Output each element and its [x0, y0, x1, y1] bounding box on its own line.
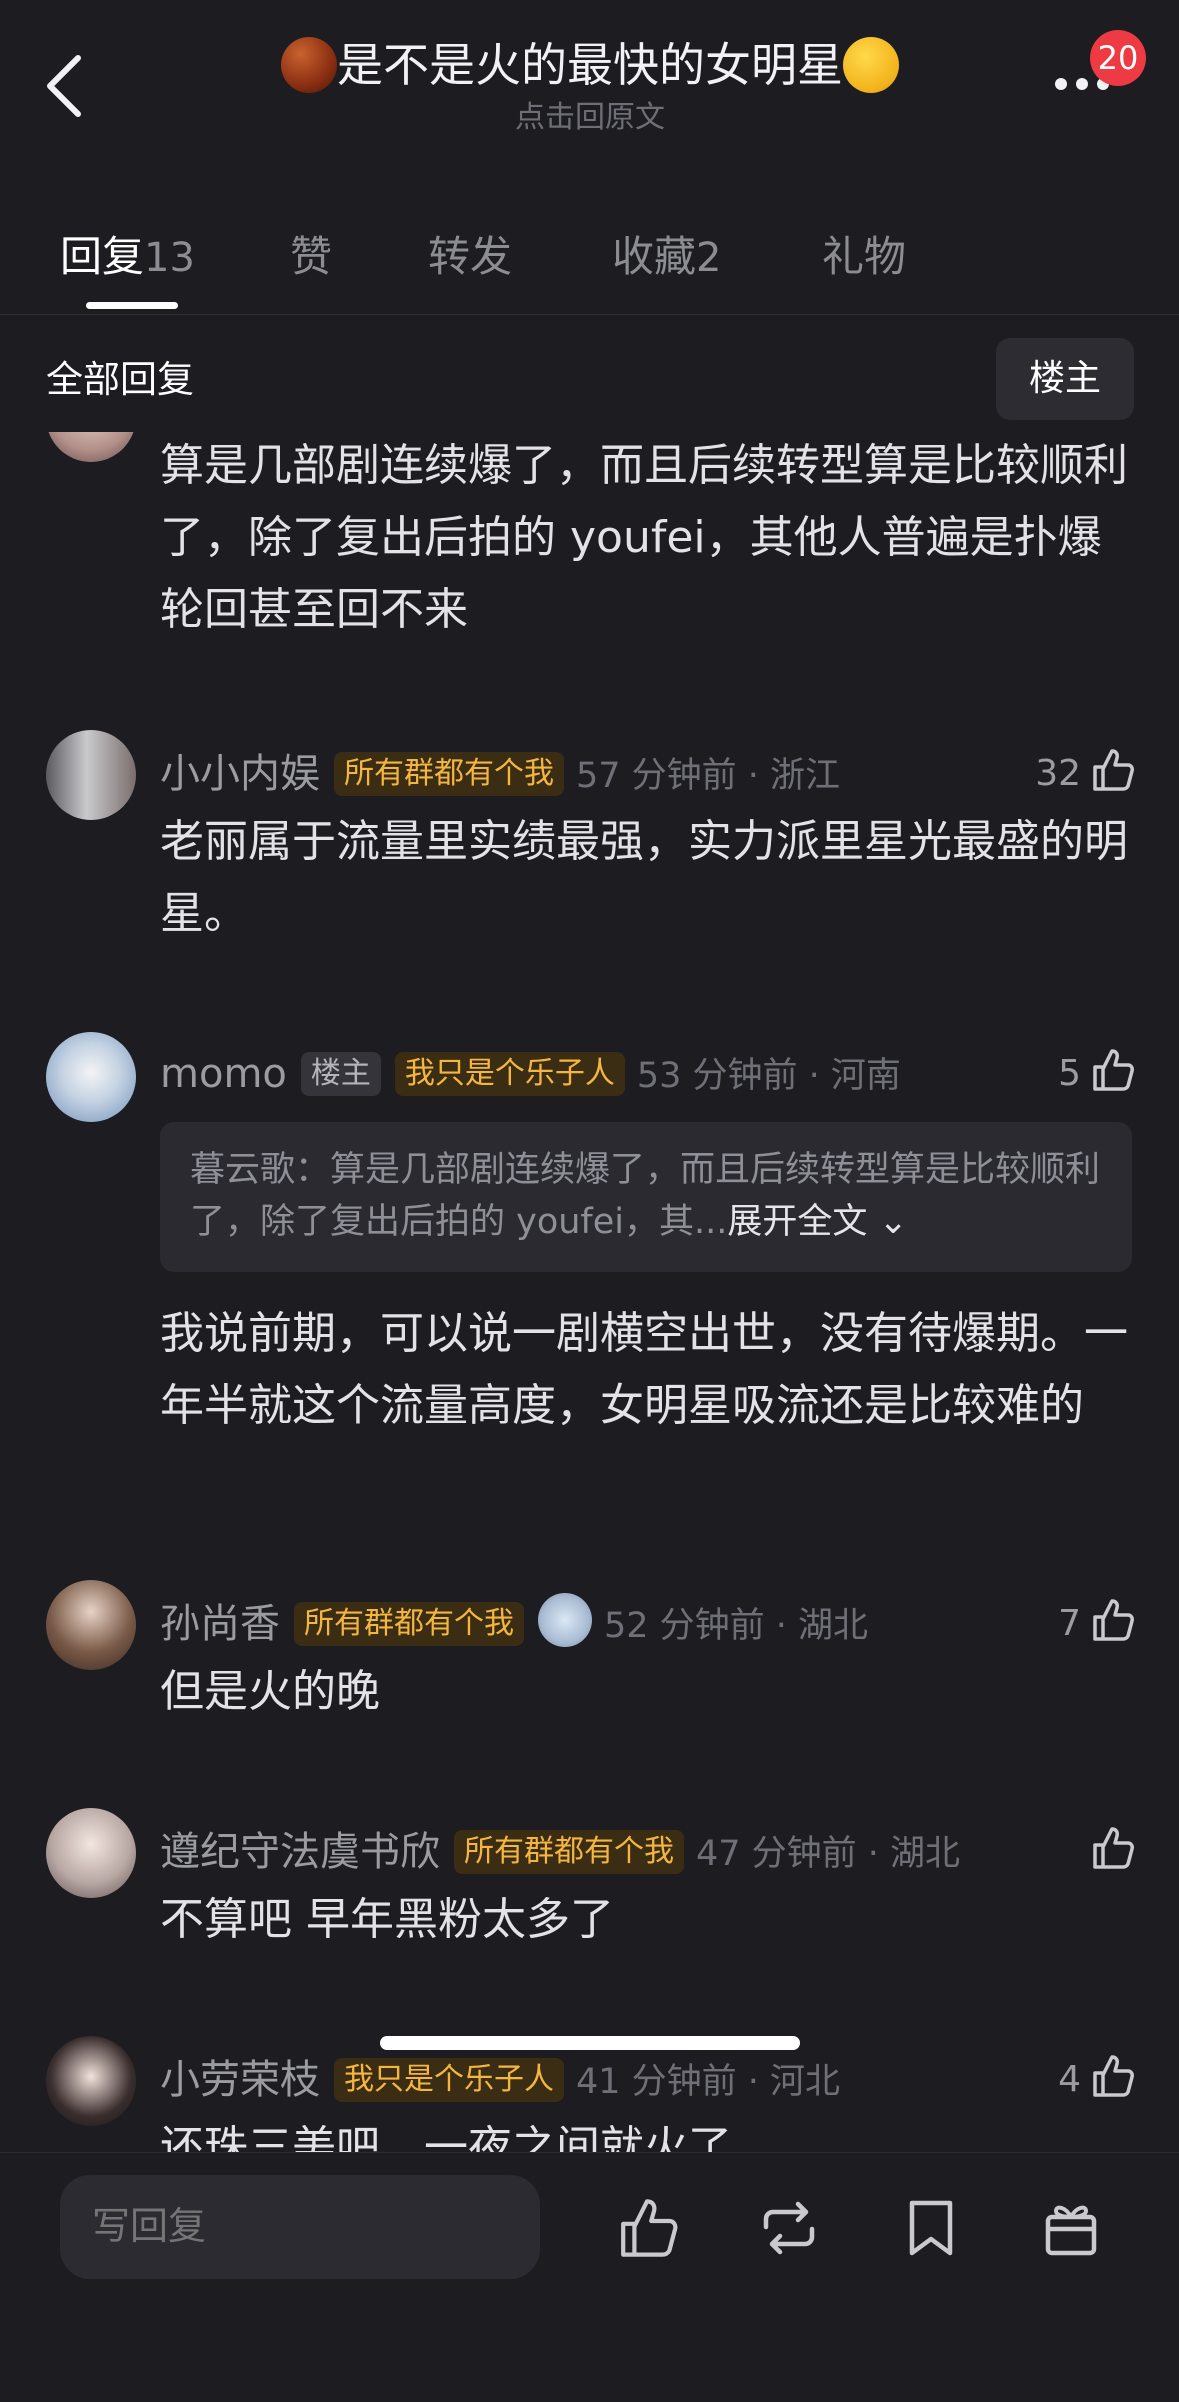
- username[interactable]: momo: [160, 1051, 287, 1097]
- tab-label: 收藏: [612, 232, 697, 281]
- post-title: 是不是火的最快的女明星: [337, 38, 843, 92]
- medal-badge-icon: [538, 1593, 592, 1647]
- avatar[interactable]: [46, 730, 136, 820]
- fan-group-tag: 所有群都有个我: [334, 752, 564, 796]
- like-count: 32: [1035, 753, 1081, 794]
- like-count: 5: [1058, 1053, 1081, 1094]
- fan-group-tag: 所有群都有个我: [294, 1602, 524, 1646]
- thumbs-up-icon: [1087, 1823, 1137, 1873]
- username[interactable]: 小劳荣枝: [160, 2057, 320, 2103]
- gift-button[interactable]: [1036, 2193, 1106, 2263]
- thumbs-up-icon: [621, 2199, 678, 2257]
- op-tag: 楼主: [300, 1052, 381, 1096]
- comment-meta: 孙尚香 所有群都有个我 52 分钟前 · 湖北: [160, 1592, 868, 1656]
- tab-label: 回复: [60, 232, 145, 281]
- comment-meta: momo 楼主 我只是个乐子人 53 分钟前 · 河南: [160, 1042, 901, 1106]
- gift-icon: [1045, 2205, 1097, 2256]
- op-only-filter-button[interactable]: 楼主: [996, 338, 1134, 420]
- comment-meta: 小小内娱 所有群都有个我 57 分钟前 · 浙江: [160, 742, 840, 806]
- tab-replies[interactable]: 回复13: [60, 222, 195, 293]
- comment-body: 老丽属于流量里实绩最强，实力派里星光最盛的明星。: [160, 816, 1128, 939]
- like-button[interactable]: 4: [1058, 2048, 1137, 2112]
- dot: [1055, 78, 1067, 90]
- timestamp-location: 57 分钟前 · 浙江: [576, 756, 841, 796]
- thinking-face-emoji-icon: [843, 37, 899, 93]
- expand-full-text-link[interactable]: 展开全文: [727, 1202, 867, 1242]
- bookmark-icon: [909, 2200, 953, 2256]
- back-button[interactable]: [36, 40, 96, 130]
- tab-label: 礼物: [822, 232, 907, 281]
- timestamp-location: 52 分钟前 · 湖北: [604, 1606, 869, 1646]
- like-button[interactable]: 7: [1058, 1592, 1137, 1656]
- avatar[interactable]: [46, 432, 136, 462]
- comment-body: 还珠三美吧，一夜之间就火了: [160, 2122, 732, 2152]
- chestnut-emoji-icon: [281, 37, 337, 93]
- repost-icon: [763, 2201, 815, 2255]
- tab-reposts[interactable]: 转发: [428, 222, 512, 292]
- thumbs-up-icon: [1087, 2051, 1137, 2101]
- thumbs-up-icon: [1087, 1045, 1137, 1095]
- like-button[interactable]: [1081, 1820, 1137, 1884]
- comment-body: 算是几部剧连续爆了，而且后续转型算是比较顺利了，除了复出后拍的 youfei，其…: [160, 440, 1128, 635]
- avatar[interactable]: [46, 2036, 136, 2126]
- tab-count: 13: [144, 235, 195, 281]
- repost-button[interactable]: [754, 2193, 824, 2263]
- fan-group-tag: 所有群都有个我: [454, 1830, 684, 1874]
- comment-body: 我说前期，可以说一剧横空出世，没有待爆期。一年半就这个流量高度，女明星吸流还是比…: [160, 1308, 1128, 1431]
- comment-meta: 小劳荣枝 我只是个乐子人 41 分钟前 · 河北: [160, 2048, 840, 2112]
- timestamp-location: 41 分钟前 · 河北: [576, 2062, 841, 2102]
- timestamp-location: 47 分钟前 · 湖北: [696, 1834, 961, 1874]
- comment-list[interactable]: 算是几部剧连续爆了，而且后续转型算是比较顺利了，除了复出后拍的 youfei，其…: [0, 432, 1179, 2152]
- username[interactable]: 小小内娱: [160, 751, 320, 797]
- avatar[interactable]: [46, 1032, 136, 1122]
- bottom-action-bar: [0, 2152, 1179, 2402]
- thumbs-up-icon: [1087, 745, 1137, 795]
- favorite-button[interactable]: [896, 2193, 966, 2263]
- reply-page: 是不是火的最快的女明星 点击回原文 20 回复13 赞 转发 收藏2 礼物 全部…: [0, 0, 1179, 2402]
- reply-input[interactable]: [60, 2175, 540, 2279]
- avatar[interactable]: [46, 1580, 136, 1670]
- like-post-button[interactable]: [612, 2193, 682, 2263]
- quote-text: 暮云歌：算是几部剧连续爆了，而且后续转型算是比较顺利了，除了复出后拍的 youf…: [190, 1150, 1101, 1242]
- fan-group-tag: 我只是个乐子人: [394, 1052, 625, 1096]
- chevron-down-icon: ⌄: [867, 1202, 908, 1242]
- post-title-line: 是不是火的最快的女明星: [240, 30, 940, 100]
- like-count: 4: [1058, 2059, 1081, 2100]
- like-count: 7: [1058, 1603, 1081, 1644]
- chevron-left-icon: [47, 55, 81, 117]
- back-to-original-link[interactable]: 点击回原文: [240, 100, 940, 136]
- notification-badge: 20: [1090, 30, 1146, 86]
- tab-bar: 回复13 赞 转发 收藏2 礼物: [0, 210, 1179, 315]
- tab-favorites[interactable]: 收藏2: [612, 222, 721, 293]
- tab-likes[interactable]: 赞: [290, 222, 332, 292]
- avatar[interactable]: [46, 1808, 136, 1898]
- comment-body: 但是火的晚: [160, 1666, 380, 1717]
- dot: [1076, 78, 1088, 90]
- username[interactable]: 孙尚香: [160, 1601, 280, 1647]
- thumbs-up-icon: [1087, 1595, 1137, 1645]
- active-tab-indicator: [86, 302, 178, 309]
- top-nav-bar: 是不是火的最快的女明星 点击回原文 20: [0, 0, 1179, 190]
- tab-label: 转发: [428, 232, 513, 281]
- tab-gifts[interactable]: 礼物: [822, 222, 906, 292]
- tab-label: 赞: [290, 232, 333, 281]
- all-replies-label: 全部回复: [46, 358, 194, 401]
- like-button[interactable]: 32: [1035, 742, 1137, 806]
- fan-group-tag: 我只是个乐子人: [334, 2058, 564, 2102]
- comment-meta: 遵纪守法虞书欣 所有群都有个我 47 分钟前 · 湖北: [160, 1820, 960, 1884]
- timestamp-location: 53 分钟前 · 河南: [636, 1056, 901, 1096]
- like-button[interactable]: 5: [1058, 1042, 1137, 1106]
- comment-body: 不算吧 早年黑粉太多了: [160, 1894, 614, 1945]
- home-indicator: [380, 2036, 800, 2050]
- username[interactable]: 遵纪守法虞书欣: [160, 1829, 440, 1875]
- post-title-area[interactable]: 是不是火的最快的女明星 点击回原文: [240, 30, 940, 136]
- quoted-reply[interactable]: 暮云歌：算是几部剧连续爆了，而且后续转型算是比较顺利了，除了复出后拍的 youf…: [160, 1122, 1132, 1272]
- tab-count: 2: [696, 235, 722, 281]
